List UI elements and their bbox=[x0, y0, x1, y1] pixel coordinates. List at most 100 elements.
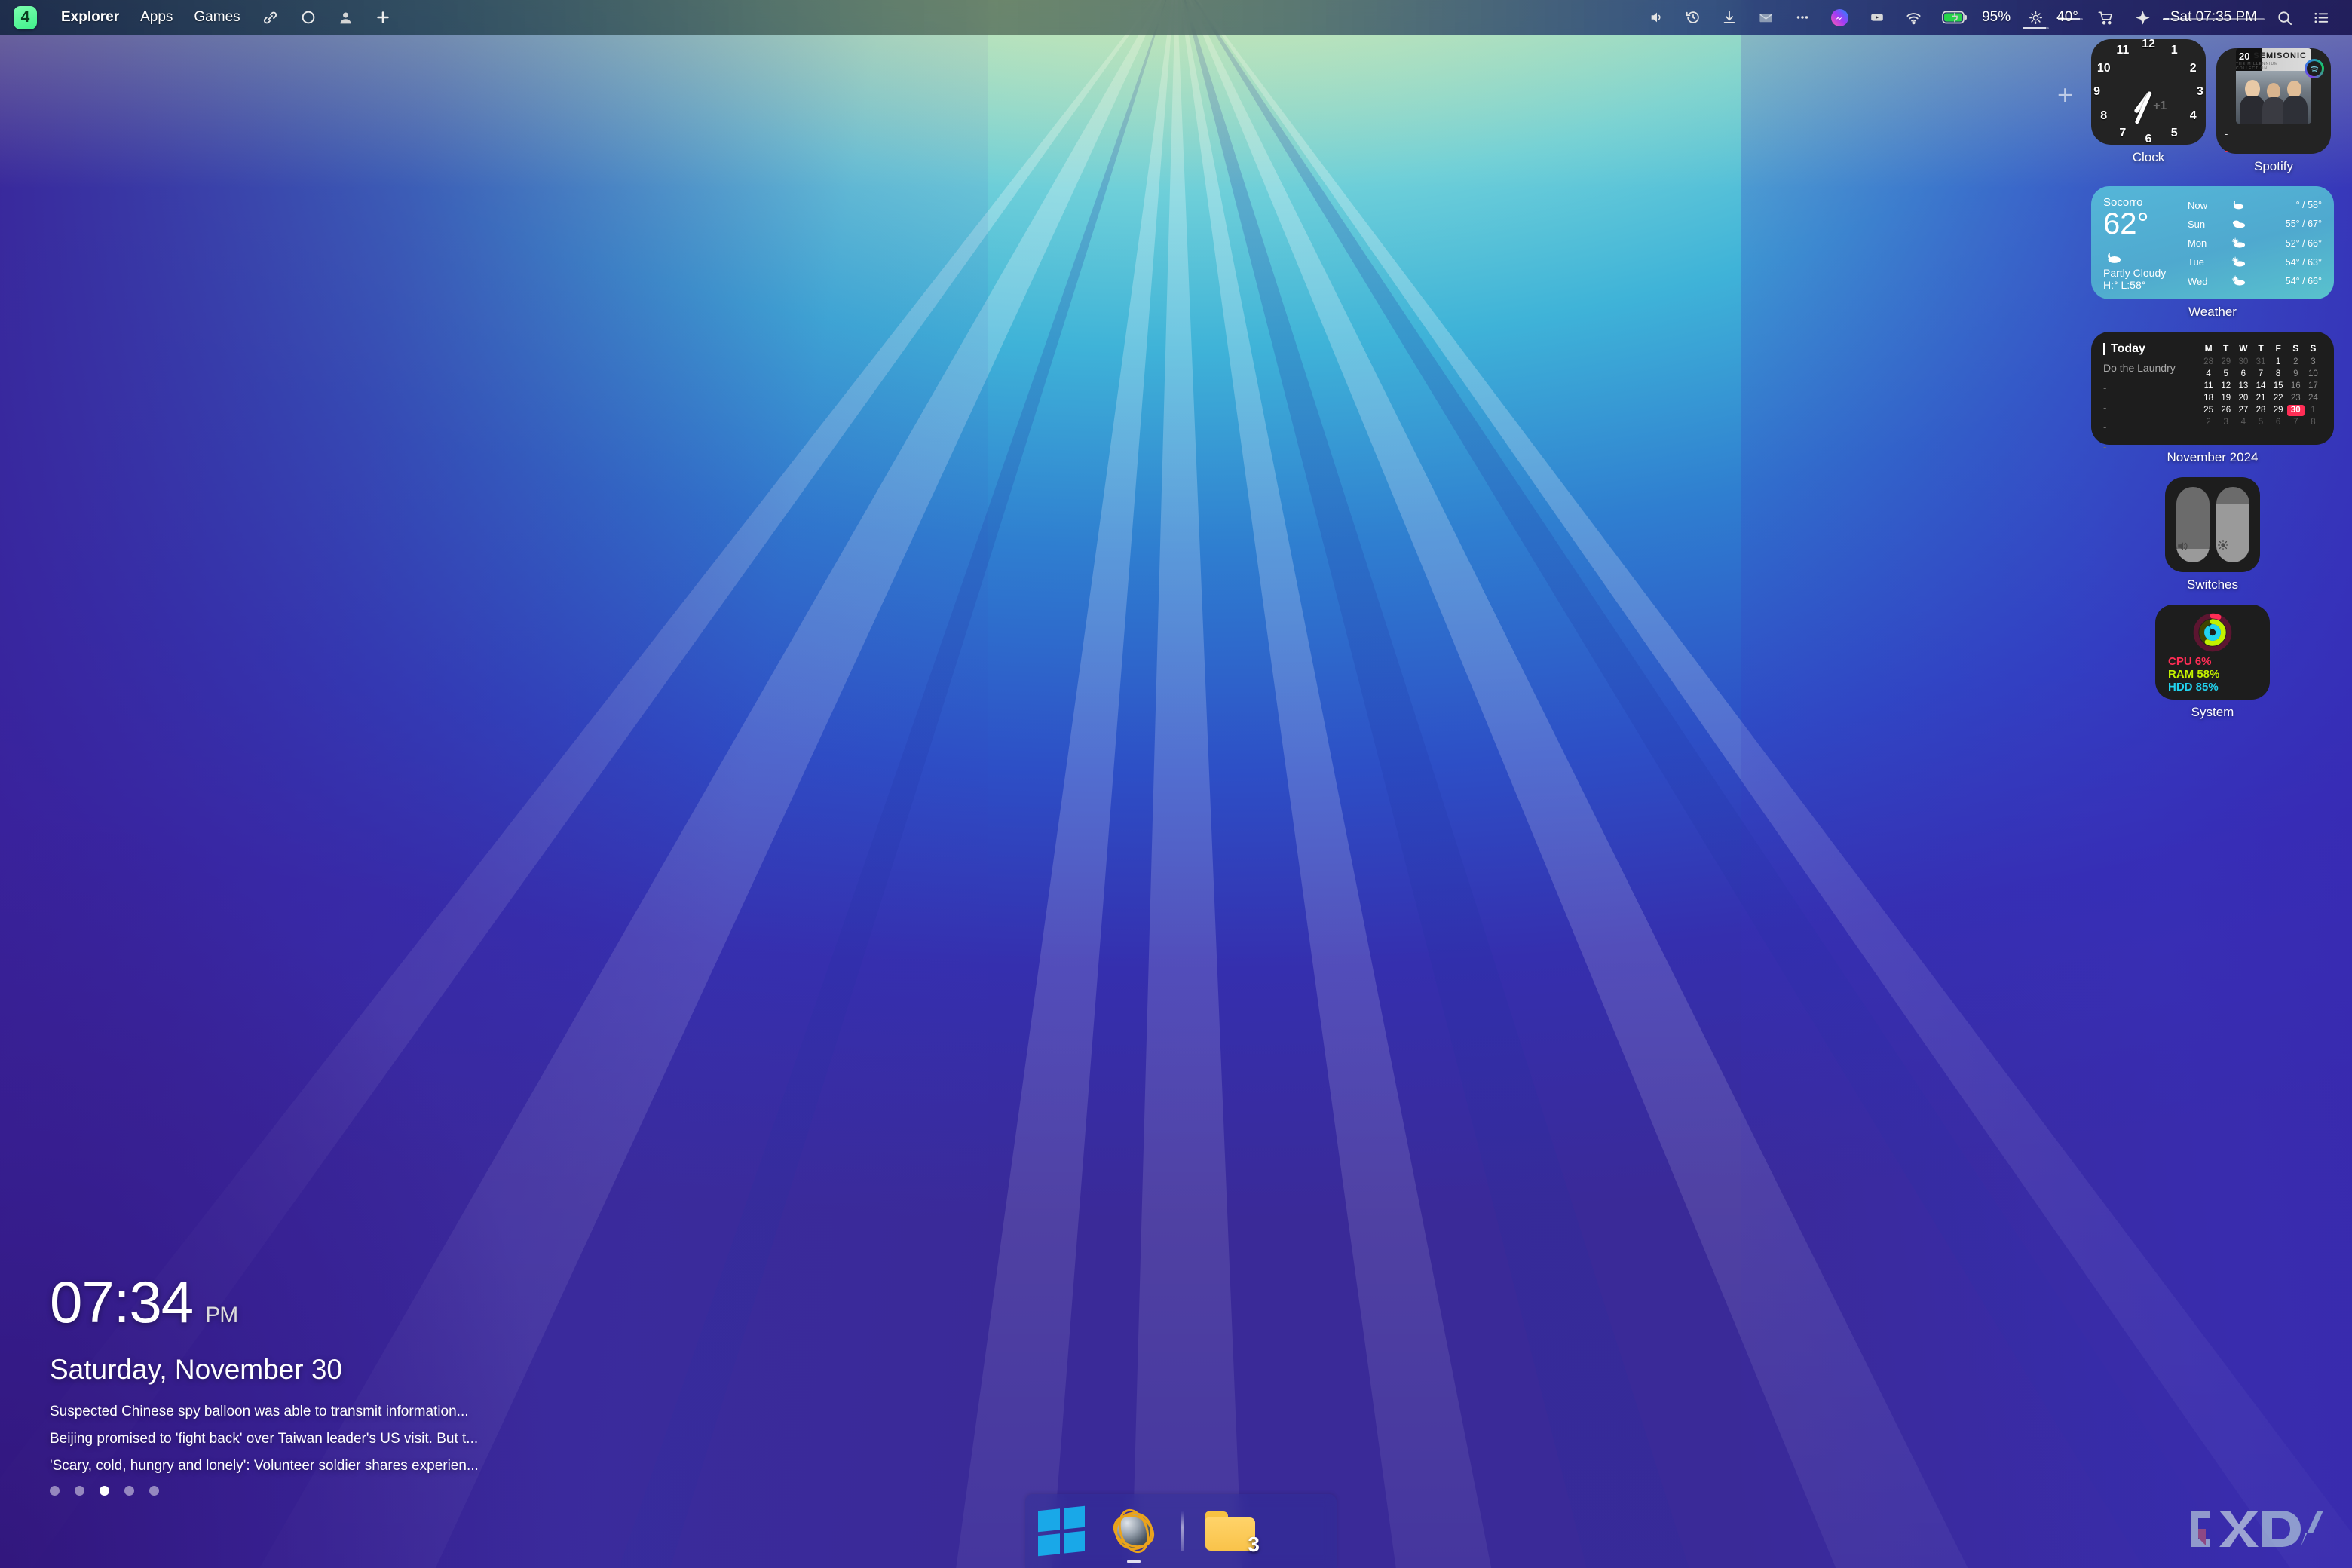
brightness-icon[interactable] bbox=[2018, 0, 2053, 35]
calendar-day[interactable]: 16 bbox=[2287, 381, 2305, 392]
youtube-icon[interactable] bbox=[1859, 0, 1895, 35]
weather-condition: Partly Cloudy bbox=[2103, 266, 2167, 279]
calendar-day[interactable]: 6 bbox=[2270, 417, 2287, 428]
calendar-day[interactable]: 24 bbox=[2305, 393, 2322, 404]
mail-icon[interactable] bbox=[1747, 0, 1784, 35]
calendar-day[interactable]: 6 bbox=[2234, 369, 2252, 380]
calendar-day[interactable]: 29 bbox=[2270, 405, 2287, 416]
calendar-day[interactable]: 25 bbox=[2200, 405, 2217, 416]
menu-item-games[interactable]: Games bbox=[183, 0, 250, 35]
person-icon[interactable] bbox=[327, 0, 364, 35]
battery-icon[interactable] bbox=[1932, 0, 1977, 35]
calendar-day[interactable]: 14 bbox=[2252, 381, 2269, 392]
calendar-day[interactable]: 3 bbox=[2305, 357, 2322, 368]
time-machine-icon[interactable] bbox=[1675, 0, 1711, 35]
calendar-day[interactable]: 30 bbox=[2234, 357, 2252, 368]
volume-icon[interactable] bbox=[1639, 0, 1675, 35]
widget-weather[interactable]: Socorro 62° Partly Cloudy H:° L:58° Now °… bbox=[2091, 186, 2334, 320]
calendar-day[interactable]: 26 bbox=[2217, 405, 2234, 416]
calendar-day[interactable]: 28 bbox=[2252, 405, 2269, 416]
calendar-day[interactable]: 19 bbox=[2217, 393, 2234, 404]
calendar-day-today[interactable]: 30 bbox=[2286, 405, 2305, 416]
calendar-day[interactable]: 8 bbox=[2270, 369, 2287, 380]
plus-icon[interactable] bbox=[364, 0, 402, 35]
messenger-icon[interactable] bbox=[1821, 0, 1859, 35]
menu-bar-clock[interactable]: Sat 07:35 PM bbox=[2161, 9, 2266, 26]
calendar-day[interactable]: 28 bbox=[2200, 357, 2217, 368]
calendar-day[interactable]: 27 bbox=[2234, 405, 2252, 416]
download-icon[interactable] bbox=[1711, 0, 1747, 35]
sparkle-icon[interactable] bbox=[2124, 0, 2161, 35]
news-pagination-dot[interactable] bbox=[149, 1486, 159, 1496]
news-pagination-dot[interactable] bbox=[100, 1486, 109, 1496]
calendar-day[interactable]: 4 bbox=[2234, 417, 2252, 428]
menu-bar-left: 4 Explorer Apps Games bbox=[0, 0, 402, 35]
calendar-day[interactable]: 3 bbox=[2217, 417, 2234, 428]
news-pagination-dot[interactable] bbox=[124, 1486, 134, 1496]
app-logo-4[interactable]: 4 bbox=[14, 5, 37, 29]
cart-icon[interactable] bbox=[2087, 0, 2124, 35]
widget-calendar[interactable]: Today Do the Laundry - - - - M T W T F S S 28 29… bbox=[2091, 332, 2334, 465]
ellipsis-icon[interactable] bbox=[1784, 0, 1821, 35]
taskbar-file-explorer-button[interactable]: 3 bbox=[1194, 1494, 1266, 1568]
calendar-day[interactable]: 1 bbox=[2305, 405, 2322, 416]
calendar-day[interactable]: 17 bbox=[2305, 381, 2322, 392]
search-icon[interactable] bbox=[2266, 0, 2303, 35]
volume-slider[interactable] bbox=[2176, 487, 2210, 562]
calendar-day[interactable]: 11 bbox=[2200, 381, 2217, 392]
menu-item-apps[interactable]: Apps bbox=[130, 0, 183, 35]
calendar-day[interactable]: 21 bbox=[2252, 393, 2269, 404]
news-headline[interactable]: Beijing promised to 'fight back' over Ta… bbox=[50, 1432, 479, 1446]
widget-clock[interactable]: +1 12 1 2 3 4 5 6 7 8 9 10 11 Clock bbox=[2091, 38, 2206, 174]
calendar-day[interactable]: 2 bbox=[2200, 417, 2217, 428]
weather-widget-card[interactable]: Socorro 62° Partly Cloudy H:° L:58° Now °… bbox=[2091, 186, 2334, 299]
widget-system[interactable]: CPU 6% RAM 58% HDD 85% System bbox=[2091, 605, 2334, 720]
folder-icon: 3 bbox=[1205, 1511, 1260, 1556]
clock-widget-card[interactable]: +1 12 1 2 3 4 5 6 7 8 9 10 11 bbox=[2091, 38, 2206, 145]
taskbar-start-button[interactable] bbox=[1025, 1494, 1098, 1568]
calendar-day[interactable]: 18 bbox=[2200, 393, 2217, 404]
widget-switches[interactable]: Switches bbox=[2091, 477, 2334, 593]
circle-icon[interactable] bbox=[289, 0, 327, 35]
calendar-day[interactable]: 5 bbox=[2217, 369, 2234, 380]
calendar-widget-card[interactable]: Today Do the Laundry - - - - M T W T F S S 28 29… bbox=[2091, 332, 2334, 452]
calendar-day[interactable]: 12 bbox=[2217, 381, 2234, 392]
calendar-day[interactable]: 22 bbox=[2270, 393, 2287, 404]
taskbar-internet-explorer-button[interactable] bbox=[1098, 1494, 1170, 1568]
news-pagination-dots[interactable] bbox=[50, 1486, 479, 1496]
widget-spotify[interactable]: 20 SEMISONIC THE MILLENNIUM COLLECTION -… bbox=[2216, 39, 2331, 174]
calendar-day[interactable]: 9 bbox=[2287, 369, 2305, 380]
spotify-logo-icon[interactable] bbox=[2305, 59, 2324, 78]
calendar-day[interactable]: 31 bbox=[2252, 357, 2269, 368]
calendar-day[interactable]: 15 bbox=[2270, 381, 2287, 392]
brightness-slider[interactable] bbox=[2216, 487, 2249, 562]
calendar-day[interactable]: 20 bbox=[2234, 393, 2252, 404]
add-widget-plus-icon[interactable]: + bbox=[2057, 81, 2073, 109]
link-icon[interactable] bbox=[251, 0, 289, 35]
news-headline[interactable]: 'Scary, cold, hungry and lonely': Volunt… bbox=[50, 1459, 479, 1473]
news-pagination-dot[interactable] bbox=[50, 1486, 60, 1496]
menu-item-explorer[interactable]: Explorer bbox=[51, 0, 130, 35]
calendar-day[interactable]: 8 bbox=[2305, 417, 2322, 428]
switches-widget-card[interactable] bbox=[2165, 477, 2260, 572]
calendar-day[interactable]: 4 bbox=[2200, 369, 2217, 380]
calendar-month-grid: M T W T F S S 28 29 30 31 1 2 3 4 5 6 7 8 9 10 11 12 13 14 15 16 17… bbox=[2200, 343, 2322, 433]
calendar-day[interactable]: 7 bbox=[2287, 417, 2305, 428]
calendar-day[interactable]: 10 bbox=[2305, 369, 2322, 380]
control-center-icon[interactable] bbox=[2303, 0, 2340, 35]
news-headline[interactable]: Suspected Chinese spy balloon was able t… bbox=[50, 1404, 479, 1419]
news-pagination-dot[interactable] bbox=[75, 1486, 84, 1496]
calendar-day[interactable]: 7 bbox=[2252, 369, 2269, 380]
calendar-day[interactable]: 29 bbox=[2217, 357, 2234, 368]
calendar-day[interactable]: 2 bbox=[2287, 357, 2305, 368]
calendar-day[interactable]: 23 bbox=[2287, 393, 2305, 404]
system-widget-card[interactable]: CPU 6% RAM 58% HDD 85% bbox=[2155, 605, 2270, 700]
forecast-range: 54° / 63° bbox=[2285, 256, 2322, 268]
wifi-icon[interactable] bbox=[1895, 0, 1932, 35]
cpu-usage-label: CPU 6% bbox=[2168, 655, 2212, 668]
calendar-day[interactable]: 5 bbox=[2252, 417, 2269, 428]
hdd-usage-label: HDD 85% bbox=[2168, 680, 2219, 694]
spotify-widget-card[interactable]: 20 SEMISONIC THE MILLENNIUM COLLECTION -… bbox=[2216, 48, 2331, 155]
calendar-day[interactable]: 1 bbox=[2270, 357, 2287, 368]
calendar-day[interactable]: 13 bbox=[2234, 381, 2252, 392]
